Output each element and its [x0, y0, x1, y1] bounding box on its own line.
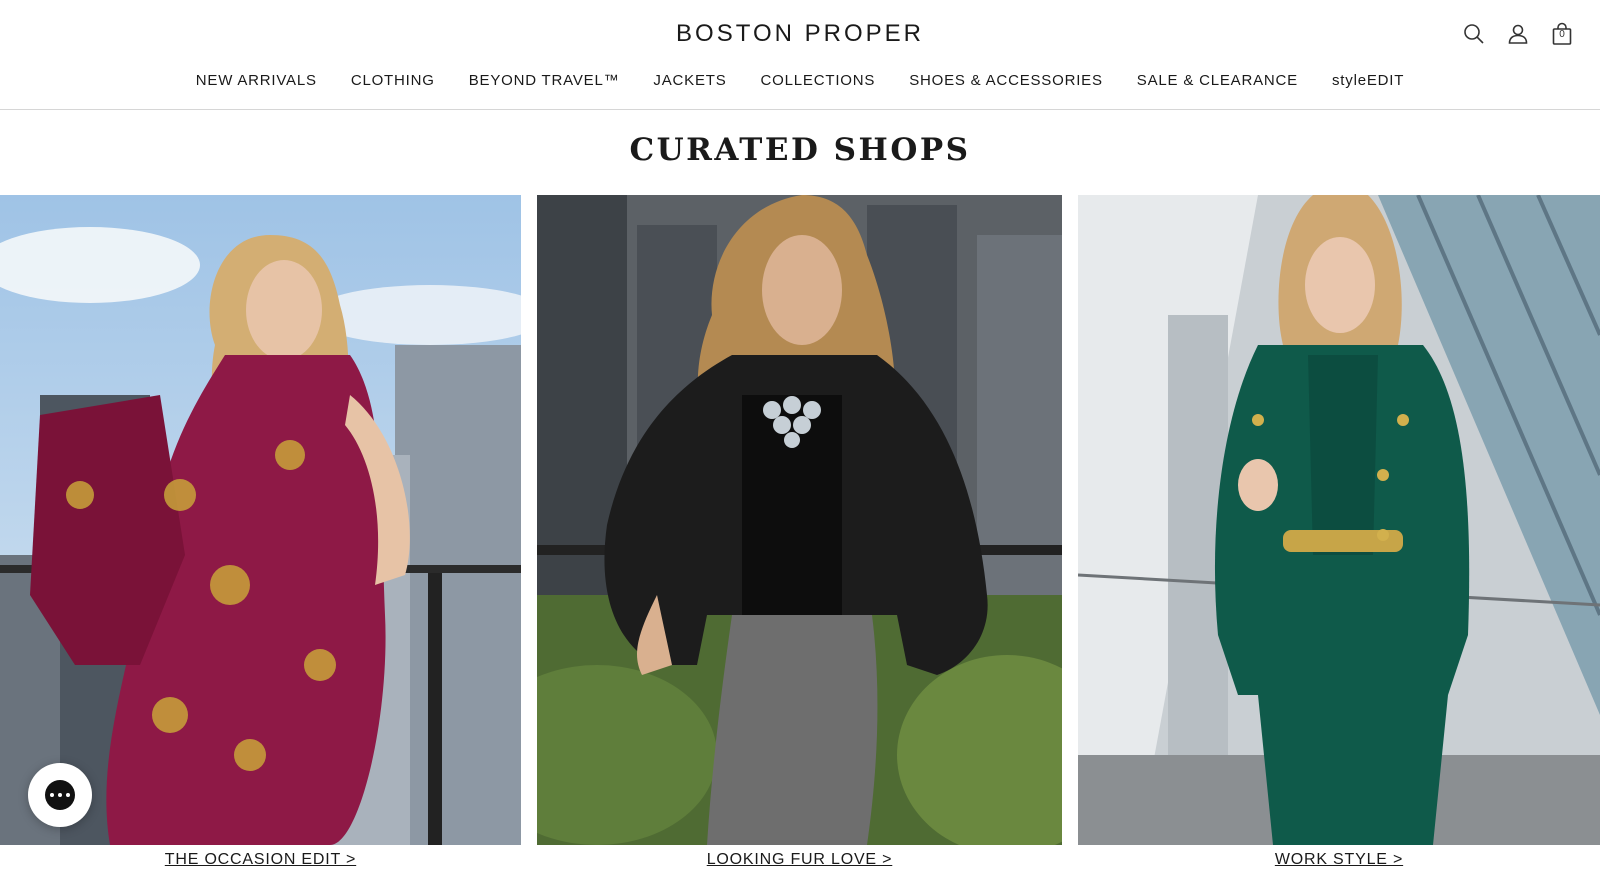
header-icons: 0 [1460, 20, 1576, 48]
account-icon [1508, 24, 1528, 44]
search-icon [1464, 24, 1484, 44]
nav-item-collections[interactable]: COLLECTIONS [761, 72, 876, 89]
chat-icon [45, 780, 75, 810]
chat-dot [66, 793, 70, 797]
nav-item-shoes-accessories[interactable]: SHOES & ACCESSORIES [909, 72, 1103, 89]
tile-work-style-link[interactable]: WORK STYLE > [1078, 851, 1600, 869]
bag-count: 0 [1559, 29, 1565, 40]
account-button[interactable] [1504, 20, 1532, 48]
shopping-bag-button[interactable]: 0 [1548, 20, 1576, 48]
nav-item-new-arrivals[interactable]: NEW ARRIVALS [196, 72, 317, 89]
brand-logo-text[interactable]: BOSTON PROPER [676, 20, 924, 48]
brand-logo[interactable]: BOSTON PROPER [0, 20, 1600, 48]
nav-item-jackets[interactable]: JACKETS [653, 72, 726, 89]
main-nav: NEW ARRIVALS CLOTHING BEYOND TRAVEL™ JAC… [0, 72, 1600, 89]
nav-item-sale-clearance[interactable]: SALE & CLEARANCE [1137, 72, 1298, 89]
chat-button[interactable] [28, 763, 92, 827]
chat-dot [58, 793, 62, 797]
tile-occasion-edit-link[interactable]: THE OCCASION EDIT > [0, 851, 521, 869]
site-header: BOSTON PROPER 0 NEW ARRIVALS CLOTHING BE… [0, 0, 1600, 110]
occasion-edit-image [0, 195, 521, 845]
looking-fur-love-image [537, 195, 1062, 845]
chat-dot [50, 793, 54, 797]
nav-item-styleedit[interactable]: styleEDIT [1332, 72, 1404, 89]
nav-item-beyond-travel[interactable]: BEYOND TRAVEL™ [469, 72, 620, 89]
work-style-image [1078, 195, 1600, 845]
tile-occasion-edit[interactable] [0, 195, 521, 845]
tile-looking-fur-love[interactable] [537, 195, 1062, 845]
search-button[interactable] [1460, 20, 1488, 48]
nav-item-clothing[interactable]: CLOTHING [351, 72, 435, 89]
tile-work-style[interactable] [1078, 195, 1600, 845]
curated-shops-grid [0, 195, 1600, 845]
tile-looking-fur-love-link[interactable]: LOOKING FUR LOVE > [537, 851, 1062, 869]
page-title: CURATED SHOPS [629, 132, 971, 168]
